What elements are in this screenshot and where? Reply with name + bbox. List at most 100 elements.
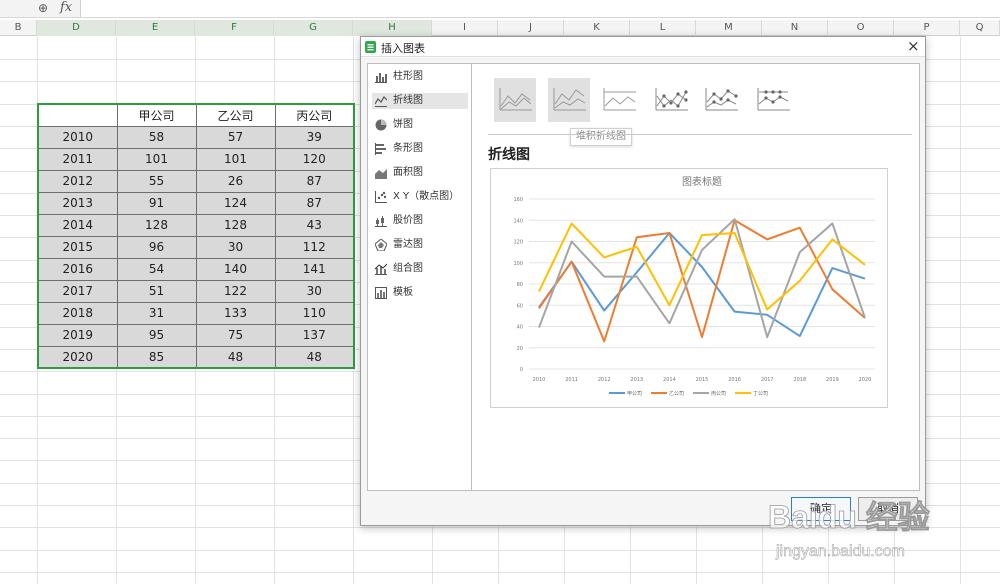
close-icon[interactable]: × bbox=[907, 37, 920, 55]
type-scatter[interactable]: X Y（散点图） bbox=[372, 189, 468, 205]
table-cell[interactable]: 30 bbox=[195, 235, 276, 259]
table-cell[interactable]: 124 bbox=[195, 191, 276, 215]
table-cell[interactable]: 85 bbox=[116, 345, 197, 369]
table-cell[interactable]: 101 bbox=[195, 147, 276, 171]
y-tick-label: 120 bbox=[513, 240, 523, 246]
year-cell[interactable]: 2014 bbox=[37, 213, 118, 237]
year-cell[interactable]: 2020 bbox=[37, 345, 118, 369]
subtype-percent-line-markers[interactable] bbox=[752, 78, 794, 122]
watermark-url: jingyan.baidu.com bbox=[775, 543, 905, 560]
table-cell[interactable]: 95 bbox=[116, 323, 197, 347]
x-tick-label: 2013 bbox=[630, 377, 643, 383]
col-n[interactable]: N bbox=[762, 20, 828, 36]
table-cell[interactable]: 51 bbox=[116, 279, 197, 303]
table-cell[interactable]: 39 bbox=[274, 125, 355, 149]
header-cell[interactable]: 甲公司 bbox=[116, 103, 197, 127]
table-cell[interactable]: 48 bbox=[274, 345, 355, 369]
type-area[interactable]: 面积图 bbox=[372, 165, 468, 181]
data-table[interactable]: 甲公司 乙公司 丙公司 2010 58 57 39 2011 101 101 120 2012 55 26… bbox=[37, 103, 355, 369]
table-cell[interactable]: 133 bbox=[195, 301, 276, 325]
table-cell[interactable]: 26 bbox=[195, 169, 276, 193]
table-cell[interactable]: 110 bbox=[274, 301, 355, 325]
col-f[interactable]: F bbox=[195, 20, 274, 36]
fx-button[interactable]: fx bbox=[60, 0, 72, 15]
table-row: 2014 128 128 43 bbox=[37, 213, 355, 237]
type-bar[interactable]: 条形图 bbox=[372, 141, 468, 157]
year-cell[interactable]: 2017 bbox=[37, 279, 118, 303]
year-cell[interactable]: 2016 bbox=[37, 257, 118, 281]
type-combo[interactable]: 组合图 bbox=[372, 261, 468, 277]
year-cell[interactable]: 2010 bbox=[37, 125, 118, 149]
table-cell[interactable]: 55 bbox=[116, 169, 197, 193]
type-line[interactable]: 折线图 bbox=[372, 93, 468, 109]
year-cell[interactable]: 2013 bbox=[37, 191, 118, 215]
chart-preview[interactable]: 图表标题 0 20 40 60 80 100 120 140 160 2010 2011 2012 201… bbox=[490, 168, 888, 408]
header-cell[interactable] bbox=[37, 103, 118, 127]
col-k[interactable]: K bbox=[564, 20, 630, 36]
subtype-line-markers[interactable] bbox=[650, 78, 692, 122]
col-i[interactable]: I bbox=[432, 20, 498, 36]
col-h[interactable]: H bbox=[353, 20, 432, 36]
type-template[interactable]: 模板 bbox=[372, 285, 468, 301]
header-cell[interactable]: 乙公司 bbox=[195, 103, 276, 127]
type-pie[interactable]: 饼图 bbox=[372, 117, 468, 133]
table-cell[interactable]: 30 bbox=[274, 279, 355, 303]
table-cell[interactable]: 128 bbox=[195, 213, 276, 237]
subtype-stacked-line[interactable] bbox=[548, 78, 590, 122]
table-row: 2011 101 101 120 bbox=[37, 147, 355, 171]
table-cell[interactable]: 140 bbox=[195, 257, 276, 281]
table-cell[interactable]: 137 bbox=[274, 323, 355, 347]
year-cell[interactable]: 2011 bbox=[37, 147, 118, 171]
table-cell[interactable]: 75 bbox=[195, 323, 276, 347]
y-tick-label: 100 bbox=[513, 261, 523, 267]
line-markers-icon bbox=[655, 88, 688, 111]
type-radar[interactable]: 雷达图 bbox=[372, 237, 468, 253]
subtype-stacked-line-markers[interactable] bbox=[700, 78, 742, 122]
table-cell[interactable]: 101 bbox=[116, 147, 197, 171]
subtype-percent-line[interactable] bbox=[598, 78, 640, 122]
line-subtype-icon bbox=[499, 88, 532, 111]
table-cell[interactable]: 120 bbox=[274, 147, 355, 171]
table-cell[interactable]: 128 bbox=[116, 213, 197, 237]
table-row: 2018 31 133 110 bbox=[37, 301, 355, 325]
table-cell[interactable]: 31 bbox=[116, 301, 197, 325]
table-cell[interactable]: 43 bbox=[274, 213, 355, 237]
header-cell[interactable]: 丙公司 bbox=[274, 103, 355, 127]
col-o[interactable]: O bbox=[828, 20, 894, 36]
zoom-icon[interactable]: ⊕ bbox=[38, 1, 48, 15]
col-l[interactable]: L bbox=[630, 20, 696, 36]
table-cell[interactable]: 122 bbox=[195, 279, 276, 303]
col-g[interactable]: G bbox=[274, 20, 353, 36]
year-cell[interactable]: 2018 bbox=[37, 301, 118, 325]
table-cell[interactable]: 91 bbox=[116, 191, 197, 215]
type-stock[interactable]: 股价图 bbox=[372, 213, 468, 229]
table-cell[interactable]: 58 bbox=[116, 125, 197, 149]
table-cell[interactable]: 87 bbox=[274, 169, 355, 193]
table-cell[interactable]: 57 bbox=[195, 125, 276, 149]
col-j[interactable]: J bbox=[498, 20, 564, 36]
dialog-body: 柱形图 折线图 饼图 条形图 面积图 X Y（散点图） 股价图 雷达图 组合图 … bbox=[367, 63, 920, 491]
col-m[interactable]: M bbox=[696, 20, 762, 36]
insert-chart-dialog: 插入图表 × 柱形图 折线图 饼图 条形图 面积图 X Y（散点图） 股价图 雷… bbox=[360, 36, 926, 526]
col-q[interactable]: Q bbox=[960, 20, 1000, 36]
type-label: 条形图 bbox=[393, 143, 423, 154]
table-cell[interactable]: 48 bbox=[195, 345, 276, 369]
year-cell[interactable]: 2012 bbox=[37, 169, 118, 193]
dialog-titlebar: 插入图表 × bbox=[361, 37, 925, 57]
legend-label: 丁公司 bbox=[753, 391, 768, 397]
col-d[interactable]: D bbox=[37, 20, 116, 36]
year-cell[interactable]: 2015 bbox=[37, 235, 118, 259]
col-b[interactable]: B bbox=[0, 20, 37, 36]
table-cell[interactable]: 96 bbox=[116, 235, 197, 259]
subtype-line[interactable] bbox=[494, 78, 536, 122]
table-cell[interactable]: 54 bbox=[116, 257, 197, 281]
table-cell[interactable]: 87 bbox=[274, 191, 355, 215]
type-label: 折线图 bbox=[393, 95, 423, 106]
formula-input[interactable] bbox=[80, 0, 1000, 17]
type-column[interactable]: 柱形图 bbox=[372, 69, 468, 85]
table-cell[interactable]: 112 bbox=[274, 235, 355, 259]
table-cell[interactable]: 141 bbox=[274, 257, 355, 281]
col-p[interactable]: P bbox=[894, 20, 960, 36]
col-e[interactable]: E bbox=[116, 20, 195, 36]
year-cell[interactable]: 2019 bbox=[37, 323, 118, 347]
